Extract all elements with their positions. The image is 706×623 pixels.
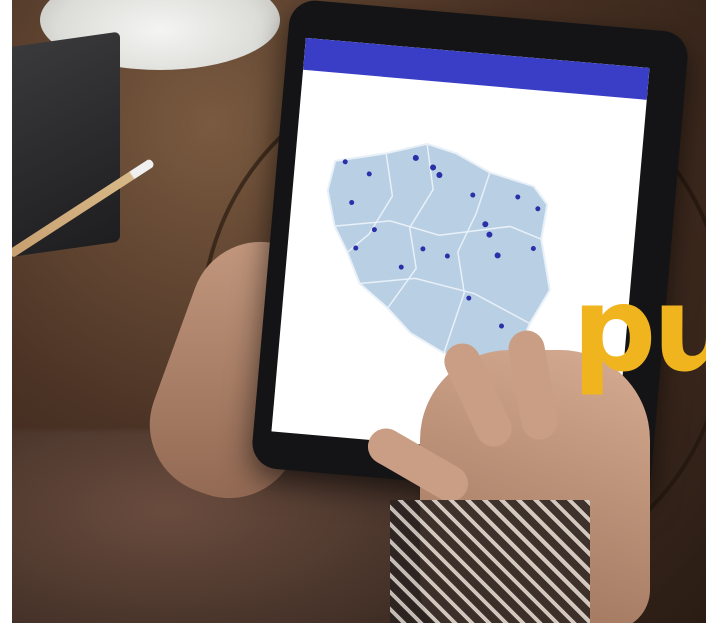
photo-scene: pu [0,0,706,623]
app-bar [303,37,650,100]
finger [438,337,518,453]
overlay-caption: pu [572,260,706,398]
frame-border [0,0,12,623]
knit-sweater [390,500,590,623]
